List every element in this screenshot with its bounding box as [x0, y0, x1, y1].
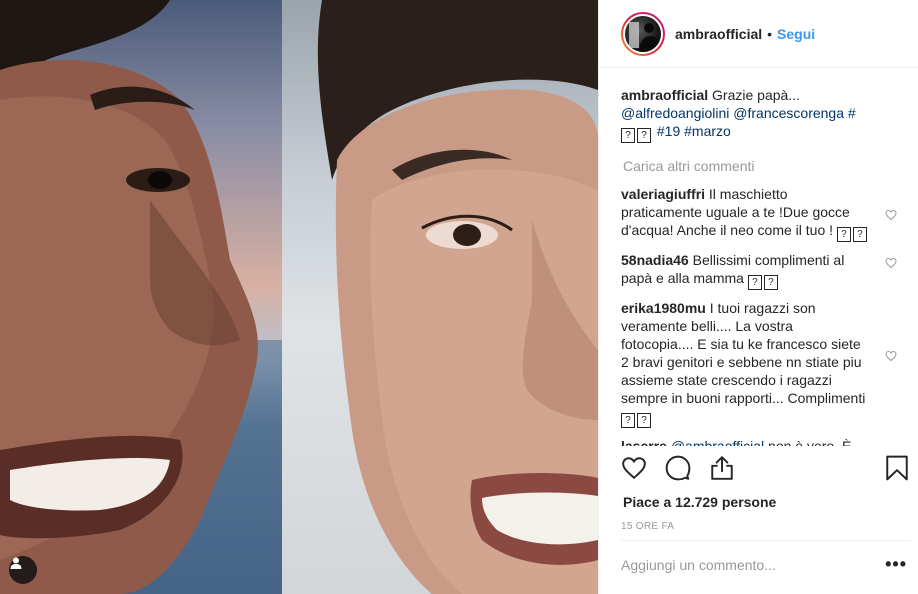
photo-right-face — [282, 0, 598, 594]
comment-item: laserre @ambraofficial non è vero. È — [621, 437, 897, 446]
add-comment-bar: ••• — [621, 540, 911, 594]
post-photo[interactable] — [0, 0, 598, 594]
comment-author[interactable]: valeriagiuffri — [621, 186, 705, 202]
share-icon[interactable] — [709, 455, 735, 481]
header-separator: • — [767, 25, 773, 42]
heart-icon[interactable] — [621, 455, 647, 481]
comment-author[interactable]: erika1980mu — [621, 300, 706, 316]
hashtag-link[interactable]: # — [848, 105, 856, 121]
hashtag-link[interactable]: #19 — [657, 123, 680, 139]
emoji-placeholder: ? — [621, 413, 635, 428]
post-timestamp: 15 ORE FA — [621, 521, 675, 532]
follow-button[interactable]: Segui — [777, 26, 815, 42]
photo-left-face — [0, 0, 282, 594]
comment-input[interactable] — [621, 557, 861, 573]
bookmark-icon[interactable] — [885, 455, 909, 481]
comment-author[interactable]: 58nadia46 — [621, 252, 689, 268]
emoji-placeholder: ? — [637, 413, 651, 428]
comment-bubble-icon[interactable] — [665, 455, 691, 481]
comment-item: valeriagiuffri Il maschietto praticament… — [621, 185, 897, 242]
comment-item: 58nadia46 Bellissimi complimenti al papà… — [621, 251, 897, 290]
load-more-comments[interactable]: Carica altri commenti — [623, 157, 897, 175]
mention-link[interactable]: @francescorenga — [733, 105, 844, 121]
comment-text: non è vero. È — [768, 438, 852, 446]
post-header: ambraofficial • Segui — [599, 0, 918, 68]
action-bar — [621, 455, 911, 487]
emoji-placeholder: ? — [836, 227, 851, 242]
avatar[interactable] — [621, 11, 665, 56]
author-username[interactable]: ambraofficial — [675, 26, 762, 42]
post-side-panel: ambraofficial • Segui ambraofficial Graz… — [598, 0, 918, 594]
mention-link[interactable]: @ambraofficial — [671, 438, 764, 446]
heart-icon[interactable] — [885, 257, 897, 269]
caption-text: Grazie papà... — [712, 87, 800, 103]
emoji-placeholder: ? — [852, 227, 867, 242]
post-caption: ambraofficial Grazie papà... @alfredoang… — [621, 86, 897, 143]
comment-author[interactable]: laserre — [621, 438, 667, 446]
hashtag-link[interactable]: #marzo — [684, 123, 731, 139]
more-options-icon[interactable]: ••• — [885, 555, 907, 573]
emoji-placeholder: ? — [621, 128, 635, 143]
comments-list[interactable]: ambraofficial Grazie papà... @alfredoang… — [621, 80, 897, 446]
user-icon[interactable] — [9, 556, 37, 584]
mention-link[interactable]: @alfredoangiolini — [621, 105, 729, 121]
emoji-placeholder: ? — [763, 275, 778, 290]
emoji-placeholder: ? — [747, 275, 762, 290]
likes-count[interactable]: Piace a 12.729 persone — [623, 494, 776, 510]
emoji-placeholder: ? — [637, 128, 651, 143]
comment-item: erika1980mu I tuoi ragazzi son veramente… — [621, 299, 897, 428]
heart-icon[interactable] — [885, 209, 897, 221]
heart-icon[interactable] — [885, 350, 897, 362]
caption-author[interactable]: ambraofficial — [621, 87, 708, 103]
